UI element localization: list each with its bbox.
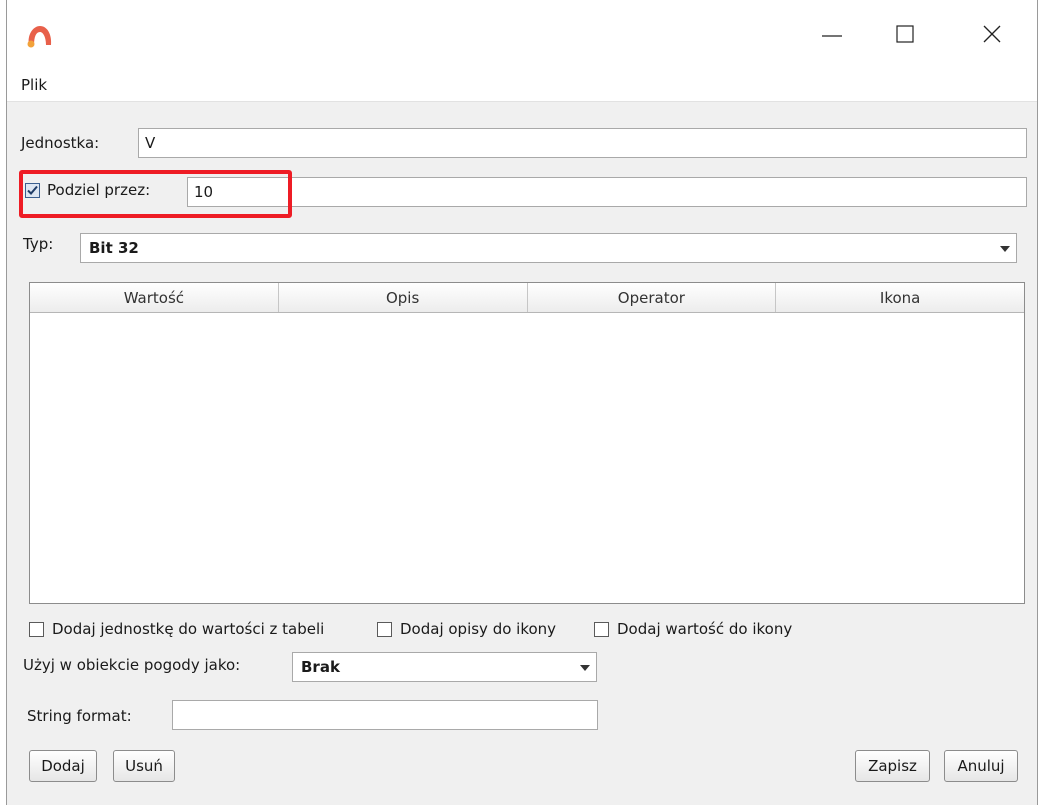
type-label: Typ: [23,235,54,253]
highlight-box [19,170,292,218]
add-descriptions-label: Dodaj opisy do ikony [400,620,557,638]
add-button[interactable]: Dodaj [29,750,97,782]
add-unit-label: Dodaj jednostkę do wartości z tabeli [52,620,325,638]
weather-select[interactable]: Brak [292,652,597,682]
column-header-wartosc[interactable]: Wartość [30,283,279,312]
chevron-down-icon [1000,246,1010,252]
divide-input[interactable]: 10 [187,177,1027,207]
column-header-operator[interactable]: Operator [528,283,777,312]
chevron-down-icon [580,665,590,671]
app-logo-icon [27,26,52,48]
type-select[interactable]: Bit 32 [80,233,1017,263]
dialog-window: Plik Jednostka: V Podziel przez: 10 Typ:… [6,0,1038,805]
minimize-button[interactable] [802,14,862,54]
column-header-opis[interactable]: Opis [279,283,528,312]
menu-item-plik[interactable]: Plik [21,76,47,94]
add-unit-checkbox[interactable] [29,622,44,637]
maximize-button[interactable] [875,14,935,54]
unit-label: Jednostka: [21,134,100,152]
save-button[interactable]: Zapisz [855,750,930,782]
string-format-input[interactable] [172,700,598,730]
title-bar [7,0,1037,68]
weather-label: Użyj w obiekcie pogody jako: [23,656,241,674]
close-button[interactable] [962,14,1022,54]
close-icon [983,25,1001,43]
maximize-icon [896,25,914,43]
add-value-checkbox[interactable] [594,622,609,637]
remove-button[interactable]: Usuń [113,750,175,782]
dialog-content: Jednostka: V Podziel przez: 10 Typ: Bit … [7,102,1037,805]
minimize-icon [822,35,842,37]
menu-bar: Plik [7,68,1037,102]
string-format-label: String format: [27,707,132,725]
type-select-value: Bit 32 [89,239,139,257]
column-header-ikona[interactable]: Ikona [776,283,1024,312]
add-descriptions-checkbox[interactable] [377,622,392,637]
add-value-label: Dodaj wartość do ikony [617,620,793,638]
weather-select-value: Brak [301,658,340,676]
cancel-button[interactable]: Anuluj [944,750,1018,782]
table-header: Wartość Opis Operator Ikona [30,283,1024,313]
unit-input[interactable]: V [138,128,1027,158]
values-table[interactable]: Wartość Opis Operator Ikona [29,282,1025,604]
